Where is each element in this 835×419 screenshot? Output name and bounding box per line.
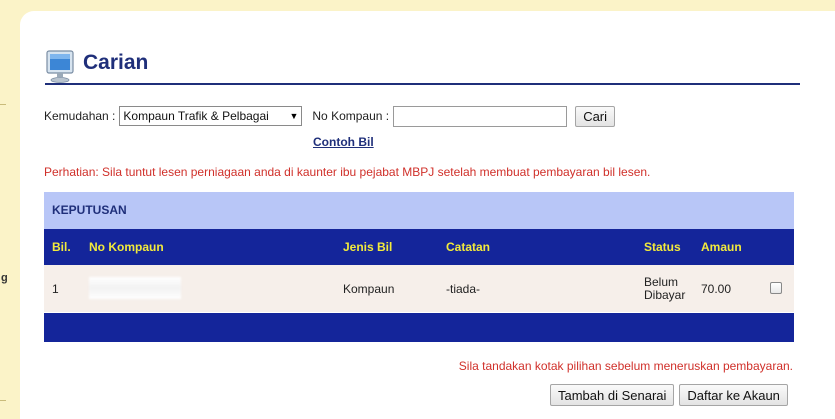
divider: [0, 400, 6, 401]
cell-bil: 1: [52, 281, 59, 296]
sidebar-partial-label[interactable]: g: [1, 272, 8, 284]
checkbox-notice: Sila tandakan kotak pilihan sebelum mene…: [458, 359, 793, 373]
row-select-checkbox[interactable]: [770, 282, 782, 294]
content-panel: Carian Kemudahan : Kompaun Trafik & Pelb…: [20, 11, 835, 419]
cell-amaun: 70.00: [701, 281, 732, 296]
cell-status: Belum Dibayar: [644, 275, 686, 302]
contoh-bil-link[interactable]: Contoh Bil: [313, 135, 374, 149]
kemudahan-select[interactable]: Kompaun Trafik & Pelbagai ▼: [119, 106, 303, 126]
table-header: Bil. No Kompaun Jenis Bil Catatan Status…: [44, 229, 794, 265]
column-header-jenis-bil: Jenis Bil: [343, 240, 393, 254]
kemudahan-selected-value: Kompaun Trafik & Pelbagai: [123, 109, 269, 123]
left-sidebar-strip: [0, 0, 22, 419]
search-form: Kemudahan : Kompaun Trafik & Pelbagai ▼ …: [44, 105, 744, 127]
cell-jenis-bil: Kompaun: [343, 281, 395, 296]
page-header: Carian: [45, 49, 800, 85]
no-kompaun-label: No Kompaun :: [312, 109, 390, 123]
status-line-2: Dibayar: [644, 287, 686, 302]
table-row: 1 Kompaun -tiada- Belum Dibayar 70.00: [44, 265, 794, 312]
no-kompaun-input[interactable]: [393, 105, 568, 127]
daftar-ke-akaun-button[interactable]: Daftar ke Akaun: [679, 384, 788, 406]
divider: [0, 104, 6, 105]
column-header-no-kompaun: No Kompaun: [89, 240, 164, 254]
tambah-di-senarai-button[interactable]: Tambah di Senarai: [550, 384, 675, 406]
action-buttons: Tambah di Senarai Daftar ke Akaun: [550, 384, 788, 406]
dropdown-arrow-icon: ▼: [289, 111, 299, 121]
result-title: KEPUTUSAN: [44, 192, 794, 229]
monitor-icon: [46, 50, 74, 83]
column-header-status: Status: [644, 240, 681, 254]
column-header-amaun: Amaun: [701, 240, 742, 254]
kemudahan-label: Kemudahan :: [44, 109, 116, 123]
perhatian-notice: Perhatian: Sila tuntut lesen perniagaan …: [44, 165, 651, 179]
result-table: KEPUTUSAN Bil. No Kompaun Jenis Bil Cata…: [44, 192, 794, 342]
cell-catatan: -tiada-: [446, 281, 481, 296]
table-footer: [44, 313, 794, 342]
column-header-catatan: Catatan: [446, 240, 491, 254]
redacted-no-kompaun: [89, 277, 181, 299]
cari-button[interactable]: Cari: [575, 105, 616, 127]
column-header-bil: Bil.: [52, 240, 71, 254]
page-title: Carian: [83, 51, 149, 74]
